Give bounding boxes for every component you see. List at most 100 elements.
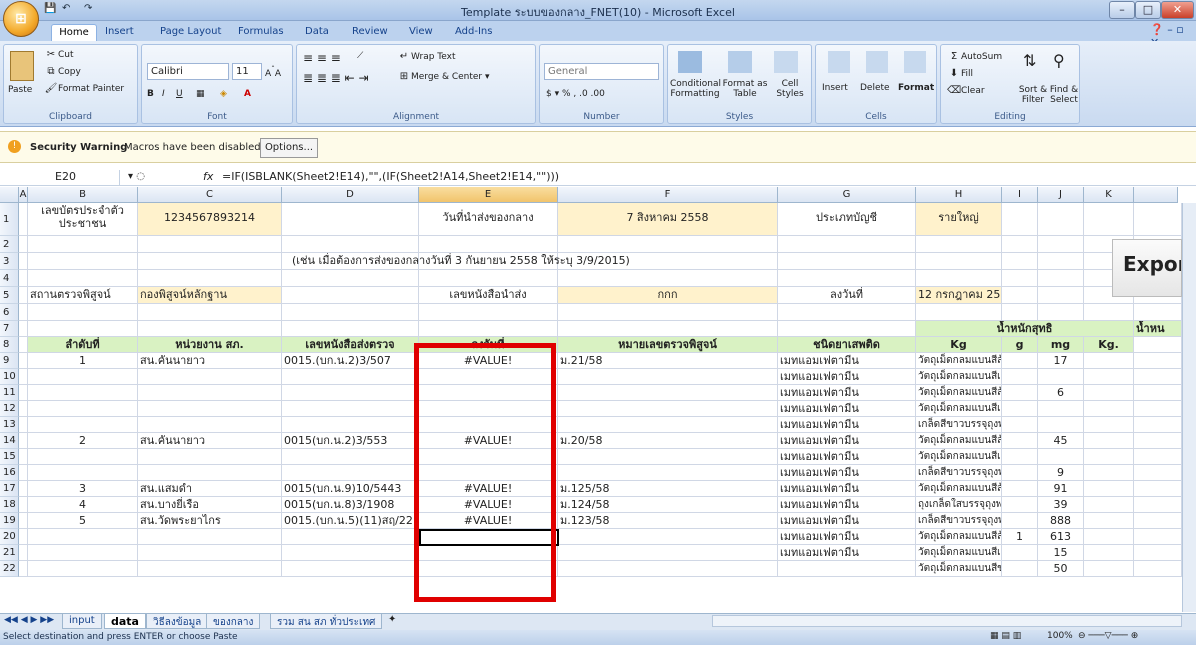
cell[interactable] (138, 253, 282, 270)
cell[interactable] (138, 304, 282, 321)
cell-h11[interactable]: วัตถุเม็ดกลมแบนสีส้ม (916, 385, 1002, 401)
cell[interactable] (1002, 236, 1038, 253)
cell[interactable] (1084, 561, 1134, 577)
column-header[interactable]: K (1084, 187, 1134, 203)
row-header[interactable]: 19 (0, 513, 19, 529)
zoom-level[interactable]: 100% (1047, 631, 1073, 641)
cell-f19[interactable]: ม.123/58 (558, 513, 778, 529)
cell-h19[interactable]: เกล็ดสีขาวบรรจุถุงพลาสติก (916, 513, 1002, 529)
tab-view[interactable]: View (409, 24, 433, 41)
row-header[interactable]: 21 (0, 545, 19, 561)
cell-c11[interactable] (138, 385, 282, 401)
cell[interactable] (1134, 513, 1182, 529)
cancel-icon[interactable]: ▾ ◌ (128, 171, 145, 182)
cell-h8[interactable]: Kg (916, 337, 1002, 353)
close-button[interactable]: ✕ (1161, 1, 1194, 19)
formula-input[interactable]: =IF(ISBLANK(Sheet2!E14),"",(IF(Sheet2!A1… (222, 170, 559, 183)
cell-j12[interactable] (1038, 401, 1084, 417)
cell[interactable] (28, 236, 138, 253)
cell[interactable] (1134, 203, 1182, 236)
cell[interactable] (1084, 417, 1134, 433)
autosum-button[interactable]: Σ AutoSum (947, 51, 1002, 65)
cell-j15[interactable] (1038, 449, 1084, 465)
cell[interactable] (1134, 417, 1182, 433)
cell-f5[interactable]: กกก (558, 287, 778, 304)
cell-h15[interactable]: วัตถุเม็ดกลมแบนสีเขียว (916, 449, 1002, 465)
align-left-icon[interactable]: ≣ ≣ ≣ ⇤ ⇥ (303, 71, 369, 85)
cell-h16[interactable]: เกล็ดสีขาวบรรจุถุงพลาสติก (916, 465, 1002, 481)
column-header[interactable]: J (1038, 187, 1084, 203)
number-format-select[interactable]: General (544, 63, 659, 80)
cell-d3[interactable]: (เช่น เมื่อต้องการส่งของกลางวันที่ 3 กัน… (290, 253, 710, 270)
cell[interactable] (1084, 481, 1134, 497)
cell-l7[interactable]: น้ำหน (1134, 321, 1182, 337)
font-size-select[interactable]: 11 (232, 63, 262, 80)
cell-g13[interactable]: เมทแอมเฟตามีน (778, 417, 916, 433)
cell[interactable] (1038, 203, 1084, 236)
cell[interactable] (282, 287, 419, 304)
cell[interactable] (19, 481, 28, 497)
cell-b9[interactable]: 1 (28, 353, 138, 369)
cell[interactable] (778, 321, 916, 337)
cell[interactable] (419, 321, 558, 337)
cell-g9[interactable]: เมทแอมเฟตามีน (778, 353, 916, 369)
cell[interactable] (282, 203, 419, 236)
cell-g14[interactable]: เมทแอมเฟตามีน (778, 433, 916, 449)
cell-styles-button[interactable]: Cell Styles (772, 79, 808, 99)
select-all-corner[interactable] (0, 187, 19, 203)
cell[interactable] (1002, 203, 1038, 236)
cell[interactable] (419, 304, 558, 321)
sheet-tab-input[interactable]: input (62, 614, 102, 629)
cell-b8[interactable]: ลำดับที่ (28, 337, 138, 353)
cell[interactable] (1134, 545, 1182, 561)
cell-g17[interactable]: เมทแอมเฟตามีน (778, 481, 916, 497)
cell[interactable] (778, 270, 916, 287)
tab-home[interactable]: Home (51, 24, 97, 41)
cell-f12[interactable] (558, 401, 778, 417)
cell[interactable] (1134, 433, 1182, 449)
cell-h12[interactable]: วัตถุเม็ดกลมแบนสีเขียว (916, 401, 1002, 417)
cell-h7[interactable]: น้ำหนักสุทธิ (916, 321, 1134, 337)
cell[interactable] (1084, 385, 1134, 401)
row-header[interactable]: 15 (0, 449, 19, 465)
cell-d9[interactable]: 0015.(บก.น.2)3/507 (282, 353, 419, 369)
cell[interactable] (778, 304, 916, 321)
row-header[interactable]: 4 (0, 270, 19, 287)
cell-d14[interactable]: 0015(บก.น.2)3/553 (282, 433, 419, 449)
cell-g10[interactable]: เมทแอมเฟตามีน (778, 369, 916, 385)
cell-d8[interactable]: เลขหนังสือส่งตรวจ (282, 337, 419, 353)
cell-c8[interactable]: หน่วยงาน สภ. (138, 337, 282, 353)
sheet-tab-summary[interactable]: รวม สน สภ ทั่วประเทศ (270, 614, 383, 629)
cell[interactable] (1134, 304, 1182, 321)
cell[interactable] (1134, 497, 1182, 513)
cell-c20[interactable] (138, 529, 282, 545)
cell[interactable] (1134, 529, 1182, 545)
cell[interactable] (1002, 304, 1038, 321)
cell-c18[interactable]: สน.บางยี่เรือ (138, 497, 282, 513)
orientation-icon[interactable]: ⟋ (357, 51, 363, 61)
cell[interactable] (1084, 449, 1134, 465)
cell-h20[interactable]: วัตถุเม็ดกลมแบนสีส้ม (916, 529, 1002, 545)
cell[interactable] (19, 253, 28, 270)
cell-h10[interactable]: วัตถุเม็ดกลมแบนสีเขียว (916, 369, 1002, 385)
cell[interactable] (1084, 497, 1134, 513)
cell-i11[interactable] (1002, 385, 1038, 401)
row-header[interactable]: 14 (0, 433, 19, 449)
cell[interactable] (1084, 465, 1134, 481)
cell-i13[interactable] (1002, 417, 1038, 433)
cell-f14[interactable]: ม.20/58 (558, 433, 778, 449)
cut-button[interactable]: ✂ Cut (44, 49, 74, 63)
cell[interactable] (419, 270, 558, 287)
cell-c22[interactable] (138, 561, 282, 577)
cell[interactable] (138, 236, 282, 253)
paste-button[interactable]: Paste (8, 85, 32, 95)
cell[interactable] (1134, 401, 1182, 417)
cell[interactable] (19, 385, 28, 401)
cell-f15[interactable] (558, 449, 778, 465)
cell[interactable] (1084, 513, 1134, 529)
cell-f1[interactable]: 7 สิงหาคม 2558 (558, 203, 778, 236)
cell[interactable] (138, 270, 282, 287)
cell[interactable] (419, 236, 558, 253)
cell[interactable] (19, 270, 28, 287)
cell-j22[interactable]: 50 (1038, 561, 1084, 577)
